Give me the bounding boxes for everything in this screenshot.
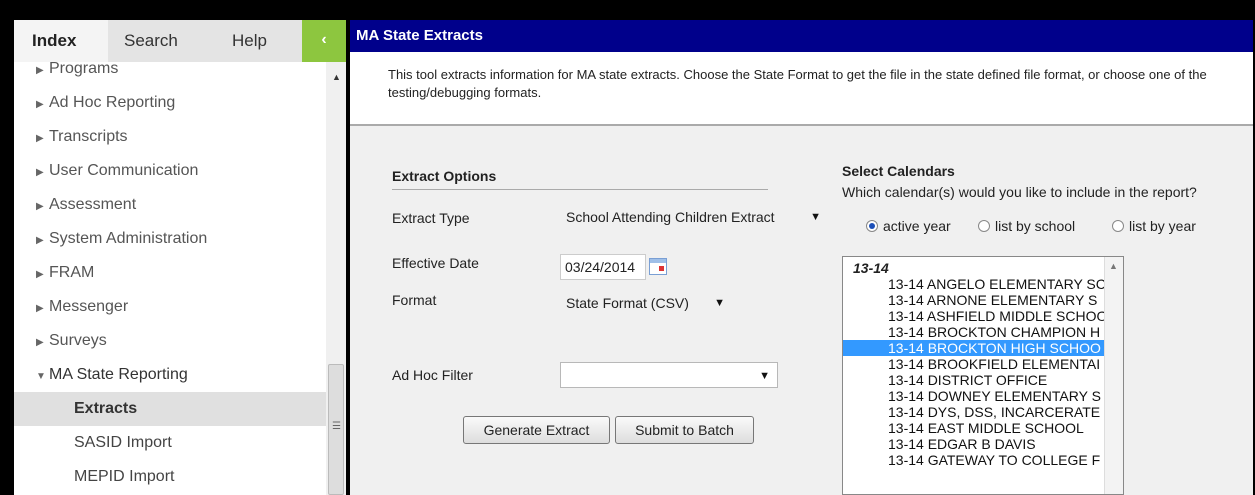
nav-item-label: MA State Reporting bbox=[49, 366, 188, 383]
scroll-grip-icon: ☰ bbox=[332, 421, 341, 432]
calendars-question: Which calendar(s) would you like to incl… bbox=[842, 184, 1197, 200]
nav-item-surveys[interactable]: ▶ Surveys bbox=[14, 324, 326, 358]
radio-label: list by year bbox=[1129, 218, 1196, 234]
calendar-option-selected[interactable]: 13-14 BROCKTON HIGH SCHOO bbox=[843, 340, 1105, 356]
scroll-up-arrow-icon[interactable]: ▲ bbox=[1109, 261, 1118, 271]
calendar-group-label: 13-14 bbox=[853, 260, 889, 276]
radio-active-year[interactable]: active year bbox=[866, 218, 951, 234]
calendar-option[interactable]: 13-14 DYS, DSS, INCARCERATE bbox=[843, 404, 1105, 420]
calendar-option[interactable]: 13-14 DOWNEY ELEMENTARY S bbox=[843, 388, 1105, 404]
expand-arrow-icon: ▶ bbox=[36, 269, 44, 280]
format-label: Format bbox=[392, 292, 437, 308]
expand-arrow-icon: ▶ bbox=[36, 133, 44, 144]
format-value: State Format (CSV) bbox=[566, 295, 689, 311]
extract-type-select[interactable]: School Attending Children Extract ▼ bbox=[560, 204, 828, 232]
description-box: This tool extracts information for MA st… bbox=[350, 52, 1253, 126]
nav-subitem-sasid-import[interactable]: SASID Import bbox=[14, 426, 326, 460]
expand-arrow-icon: ▶ bbox=[36, 337, 44, 348]
tab-index[interactable]: Index bbox=[14, 20, 108, 62]
calendar-option[interactable]: 13-14 EAST MIDDLE SCHOOL bbox=[843, 420, 1105, 436]
calendar-icon[interactable] bbox=[649, 258, 667, 275]
nav-item-label: Surveys bbox=[49, 332, 107, 349]
chevron-left-icon: ‹ bbox=[321, 31, 327, 48]
nav-item-label: Transcripts bbox=[49, 128, 128, 145]
tab-search[interactable]: Search bbox=[124, 20, 178, 62]
calendar-listbox[interactable]: 13-14 13-14 ANGELO ELEMENTARY SC 13-14 A… bbox=[842, 256, 1124, 495]
calendar-option[interactable]: 13-14 GATEWAY TO COLLEGE F bbox=[843, 452, 1105, 468]
page-title: MA State Extracts bbox=[350, 20, 1253, 52]
extract-type-label: Extract Type bbox=[392, 210, 470, 226]
scroll-up-arrow-icon[interactable]: ▲ bbox=[332, 72, 341, 82]
left-panel: Index Search Help ‹ ▶ Programs ▶ Ad Hoc Re… bbox=[14, 20, 346, 495]
calendar-option[interactable]: 13-14 ARNONE ELEMENTARY S bbox=[843, 292, 1105, 308]
nav-item-ma-state-reporting[interactable]: ▼ MA State Reporting bbox=[14, 358, 326, 392]
nav-item-label: Messenger bbox=[49, 298, 129, 315]
nav-item-user-communication[interactable]: ▶ User Communication bbox=[14, 154, 326, 188]
nav-item-fram[interactable]: ▶ FRAM bbox=[14, 256, 326, 290]
main-panel: MA State Extracts This tool extracts inf… bbox=[350, 20, 1253, 495]
effective-date-label: Effective Date bbox=[392, 255, 479, 271]
ad-hoc-filter-label: Ad Hoc Filter bbox=[392, 367, 473, 383]
calendar-option[interactable]: 13-14 EDGAR B DAVIS bbox=[843, 436, 1105, 452]
nav-item-label: System Administration bbox=[49, 230, 208, 247]
radio-label: active year bbox=[883, 218, 951, 234]
expand-arrow-icon: ▶ bbox=[36, 167, 44, 178]
tab-bar: Index Search Help ‹ bbox=[14, 20, 346, 62]
collapse-panel-button[interactable]: ‹ bbox=[302, 20, 346, 62]
expand-arrow-icon: ▶ bbox=[36, 65, 44, 76]
radio-list-by-year[interactable]: list by year bbox=[1112, 218, 1196, 234]
nav-subitem-mepid-import[interactable]: MEPID Import bbox=[14, 460, 326, 494]
nav-item-programs[interactable]: ▶ Programs bbox=[14, 62, 326, 86]
radio-unselected-icon bbox=[1112, 220, 1124, 232]
nav-subitem-extracts[interactable]: Extracts bbox=[14, 392, 326, 426]
format-select[interactable]: State Format (CSV) ▼ bbox=[560, 290, 732, 318]
expand-arrow-icon: ▶ bbox=[36, 201, 44, 212]
calendar-option[interactable]: 13-14 BROCKTON CHAMPION H bbox=[843, 324, 1105, 340]
dropdown-arrow-icon: ▼ bbox=[714, 297, 725, 309]
submit-to-batch-button[interactable]: Submit to Batch bbox=[615, 416, 754, 444]
radio-selected-icon bbox=[866, 220, 878, 232]
dropdown-arrow-icon: ▼ bbox=[810, 211, 821, 223]
calendar-option[interactable]: 13-14 DISTRICT OFFICE bbox=[843, 372, 1105, 388]
nav-item-assessment[interactable]: ▶ Assessment bbox=[14, 188, 326, 222]
expand-arrow-icon: ▶ bbox=[36, 99, 44, 110]
nav-item-label: FRAM bbox=[49, 264, 95, 281]
nav-item-label: Assessment bbox=[49, 196, 137, 213]
extract-options-heading: Extract Options bbox=[392, 168, 768, 190]
nav-item-label: Programs bbox=[49, 62, 119, 77]
nav-item-messenger[interactable]: ▶ Messenger bbox=[14, 290, 326, 324]
select-calendars-heading: Select Calendars bbox=[842, 163, 955, 179]
radio-label: list by school bbox=[995, 218, 1076, 234]
nav-scrollbar[interactable]: ▲ ☰ bbox=[326, 62, 346, 495]
radio-list-by-school[interactable]: list by school bbox=[978, 218, 1075, 234]
scrollbar-thumb[interactable]: ☰ bbox=[328, 364, 344, 495]
calendar-option[interactable]: 13-14 BROOKFIELD ELEMENTAI bbox=[843, 356, 1105, 372]
nav-tree: ▶ Programs ▶ Ad Hoc Reporting ▶ Transcripts… bbox=[14, 62, 326, 495]
calendar-option[interactable]: 13-14 ANGELO ELEMENTARY SC bbox=[843, 276, 1105, 292]
calendar-option[interactable]: 13-14 ASHFIELD MIDDLE SCHOO bbox=[843, 308, 1105, 324]
nav-item-transcripts[interactable]: ▶ Transcripts bbox=[14, 120, 326, 154]
collapse-arrow-icon: ▼ bbox=[36, 371, 46, 382]
dropdown-arrow-icon: ▼ bbox=[759, 370, 770, 382]
nav-item-label: Ad Hoc Reporting bbox=[49, 94, 176, 111]
nav-item-ad-hoc-reporting[interactable]: ▶ Ad Hoc Reporting bbox=[14, 86, 326, 120]
nav-item-label: User Communication bbox=[49, 162, 199, 179]
expand-arrow-icon: ▶ bbox=[36, 303, 44, 314]
effective-date-input[interactable]: 03/24/2014 bbox=[560, 254, 646, 280]
ad-hoc-filter-select[interactable]: ▼ bbox=[560, 362, 778, 388]
tab-help[interactable]: Help bbox=[232, 20, 267, 62]
radio-unselected-icon bbox=[978, 220, 990, 232]
expand-arrow-icon: ▶ bbox=[36, 235, 44, 246]
app-frame: Index Search Help ‹ ▶ Programs ▶ Ad Hoc Re… bbox=[0, 0, 1255, 495]
listbox-scrollbar[interactable]: ▲ bbox=[1104, 257, 1123, 494]
extract-type-value: School Attending Children Extract bbox=[566, 209, 775, 225]
description-text: This tool extracts information for MA st… bbox=[388, 67, 1207, 100]
generate-extract-button[interactable]: Generate Extract bbox=[463, 416, 610, 444]
nav-item-system-administration[interactable]: ▶ System Administration bbox=[14, 222, 326, 256]
